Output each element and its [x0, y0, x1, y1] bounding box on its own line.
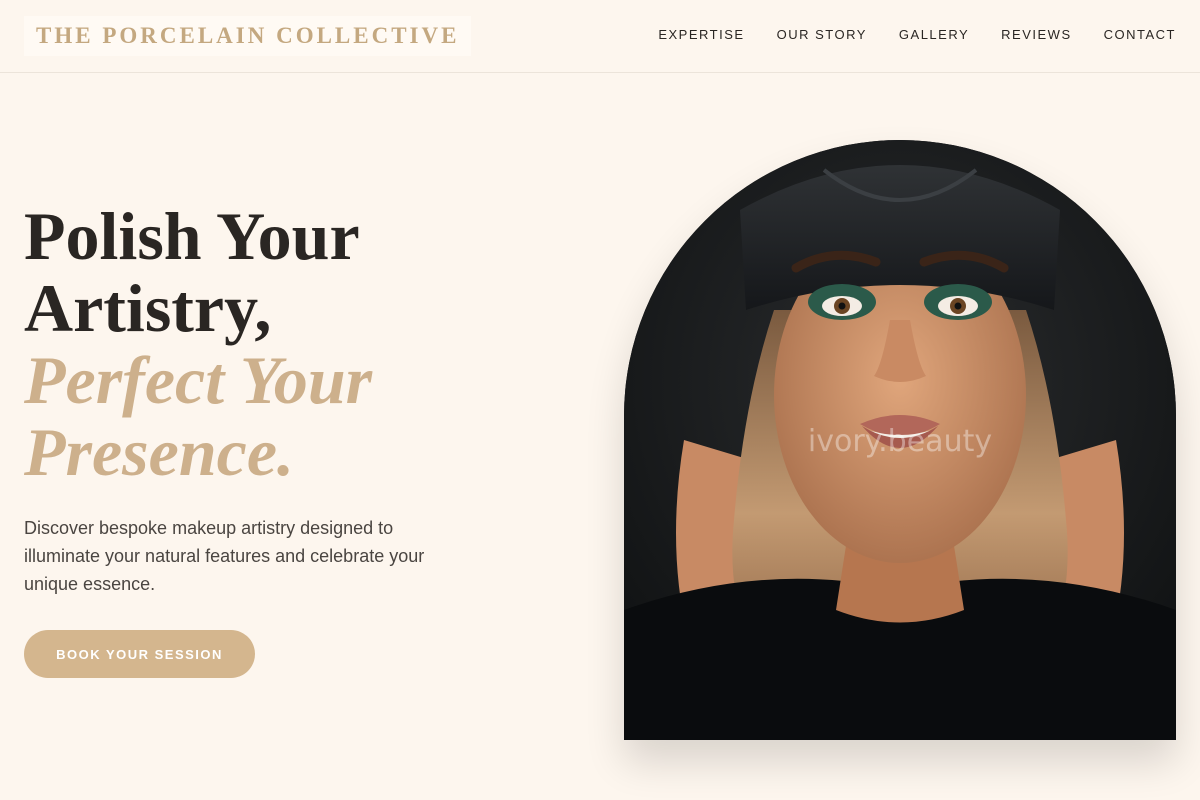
nav-link-gallery[interactable]: GALLERY — [899, 27, 969, 42]
nav-link-contact[interactable]: CONTACT — [1104, 27, 1176, 42]
hero-portrait-image: ivory.beauty — [624, 140, 1176, 740]
headline-line-2: Artistry, — [24, 270, 272, 346]
hero-headline: Polish Your Artistry, Perfect Your Prese… — [24, 200, 584, 488]
book-session-button[interactable]: BOOK YOUR SESSION — [24, 630, 255, 678]
main-nav: EXPERTISE OUR STORY GALLERY REVIEWS CONT… — [658, 27, 1176, 42]
nav-link-our-story[interactable]: OUR STORY — [777, 27, 867, 42]
headline-accent-line-1: Perfect Your — [24, 342, 373, 418]
nav-link-reviews[interactable]: REVIEWS — [1001, 27, 1071, 42]
headline-accent-line-2: Presence. — [24, 414, 295, 490]
photo-watermark: ivory.beauty — [807, 424, 993, 459]
headline-line-1: Polish Your — [24, 198, 360, 274]
nav-link-expertise[interactable]: EXPERTISE — [658, 27, 744, 42]
hero-description: Discover bespoke makeup artistry designe… — [24, 518, 425, 594]
site-header: THE PORCELAIN COLLECTIVE EXPERTISE OUR S… — [0, 0, 1200, 73]
brand-logo[interactable]: THE PORCELAIN COLLECTIVE — [24, 16, 471, 56]
